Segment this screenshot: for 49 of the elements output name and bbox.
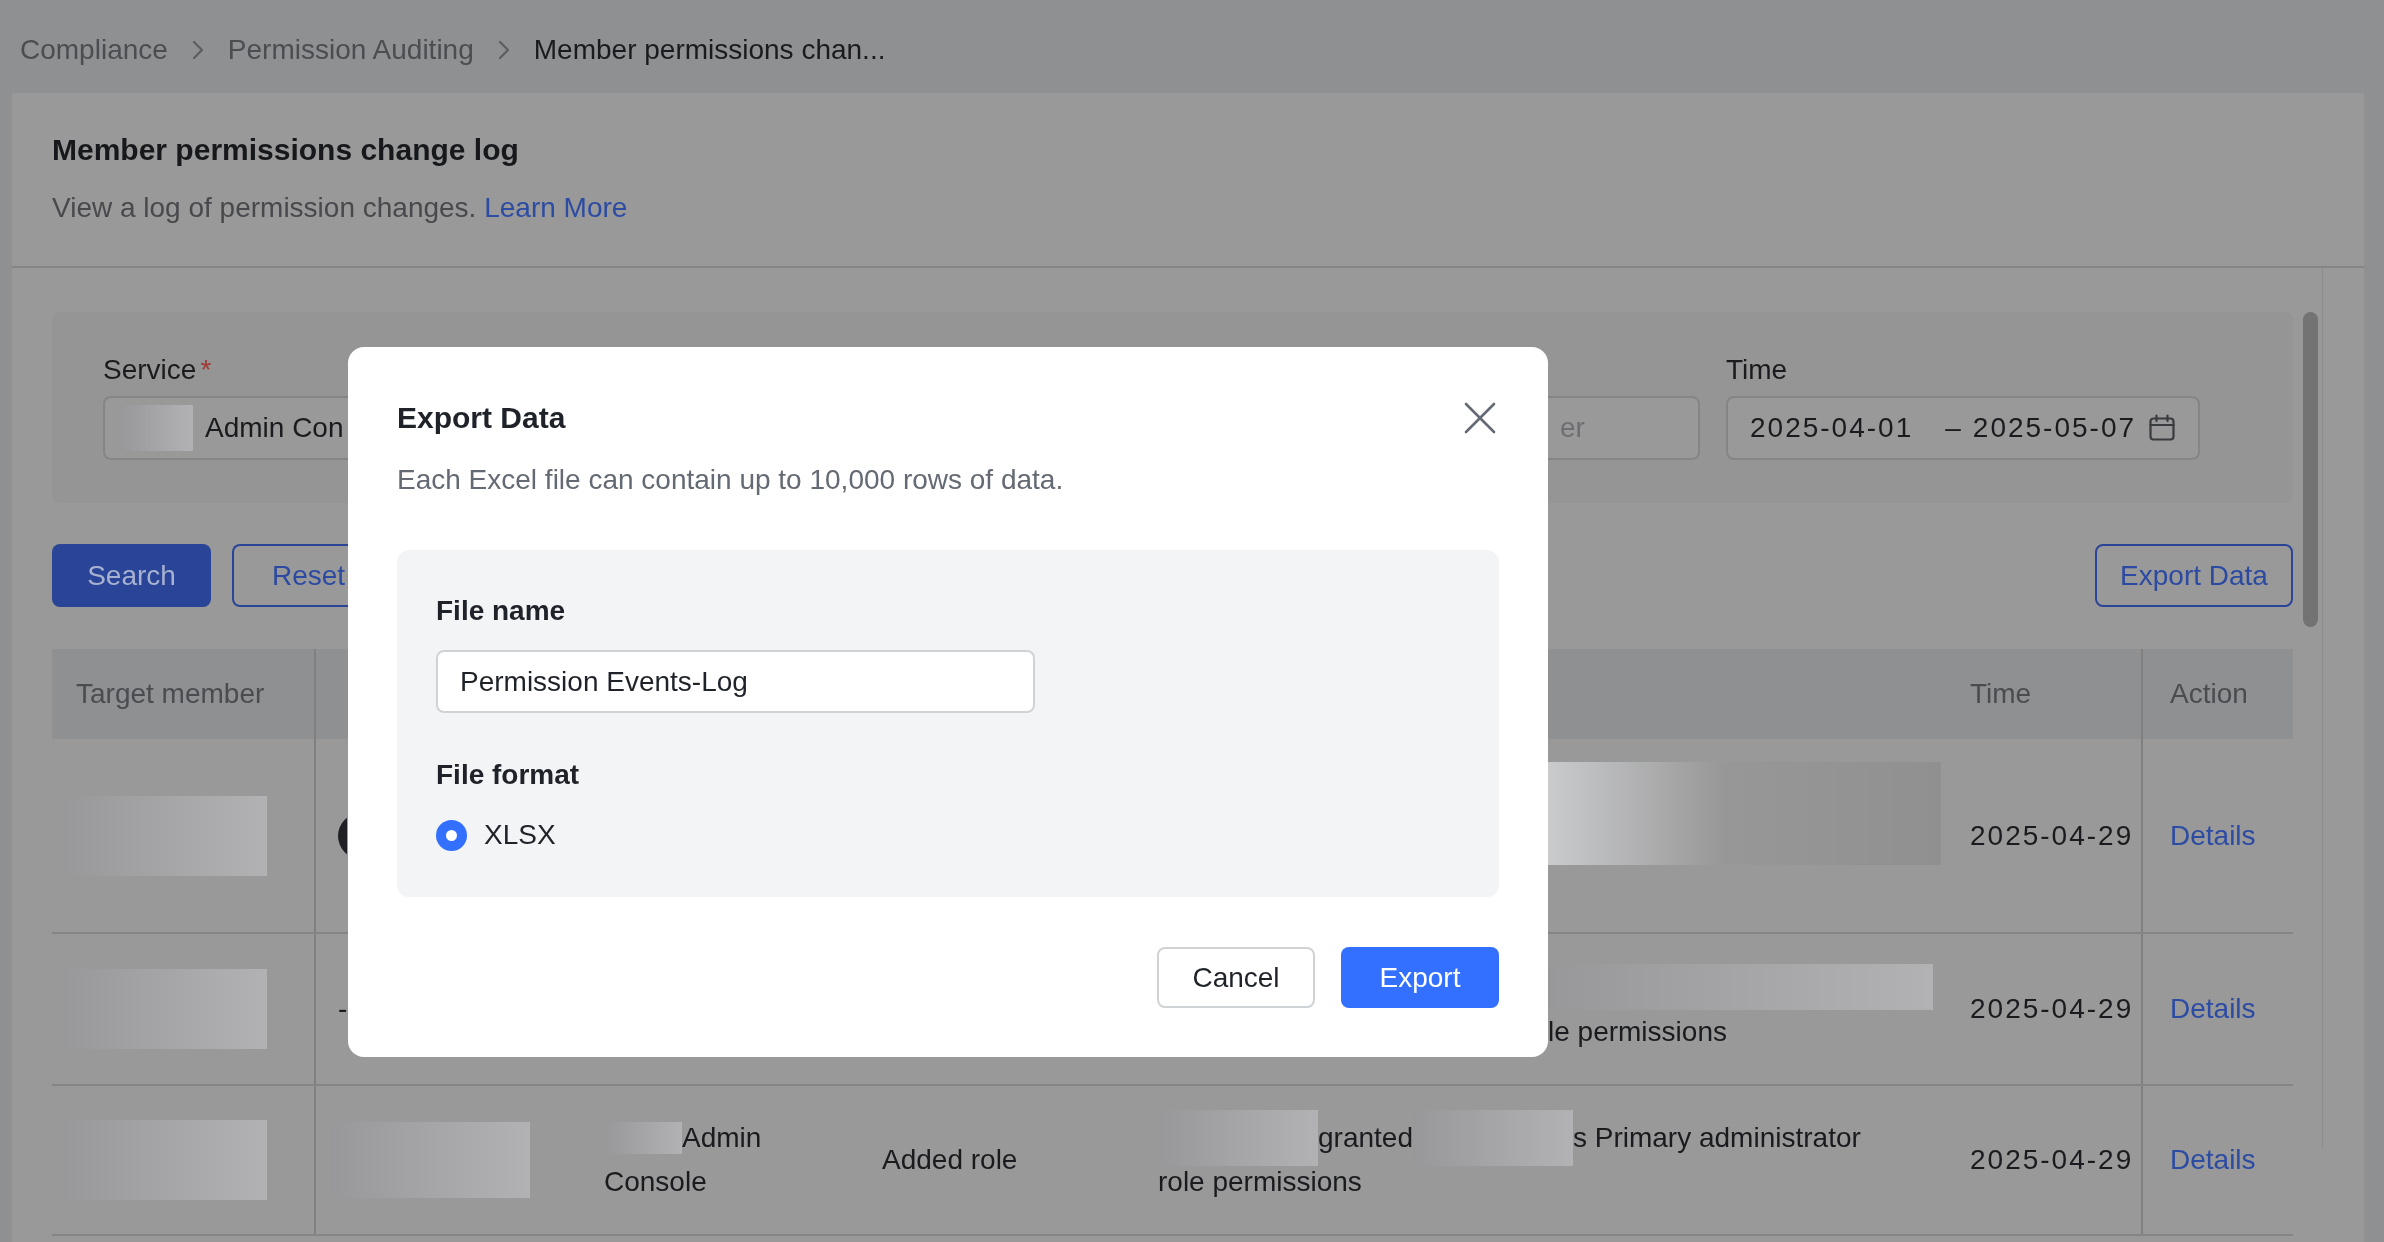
field-label: File name <box>436 595 566 626</box>
cell-text: Admin <box>682 1122 762 1154</box>
column-header: Action <box>2170 678 2248 710</box>
breadcrumb-current: Member permissions chan... <box>533 32 886 67</box>
chevron-right-icon <box>191 39 204 60</box>
dialog-description: Each Excel file can contain up to 10,000 rows of data. <box>397 463 1065 497</box>
chevron-right-icon <box>497 39 510 60</box>
cell-text: role permissions <box>1158 1166 1362 1198</box>
date-separator: – <box>1945 412 1961 444</box>
details-link[interactable]: Details <box>2170 993 2256 1025</box>
field-label: Time <box>1726 353 1788 387</box>
radio-button[interactable] <box>436 819 467 851</box>
cell-text: Added role <box>882 1144 1018 1176</box>
close-icon <box>1464 402 1496 434</box>
start-date: 2025-04-01 <box>1750 412 1914 444</box>
end-date: 2025-05-07 <box>1972 412 2137 444</box>
file-name-input[interactable]: Permission Events-Log <box>436 650 1035 713</box>
breadcrumb-link[interactable]: Compliance <box>20 31 168 68</box>
cell-text: 2025-04-29 <box>1970 1144 2134 1176</box>
radio-label[interactable]: XLSX <box>484 815 556 855</box>
page-description: View a log of permission changes. Learn More <box>52 191 629 225</box>
export-data-button[interactable]: Export Data <box>2095 544 2293 607</box>
date-range-field[interactable]: 2025-04-01 – 2025-05-07 <box>1726 396 2200 460</box>
cell-text: s Primary administrator <box>1572 1122 1861 1154</box>
page-title: Member permissions change log <box>52 132 520 168</box>
column-header: Time <box>1970 678 2032 710</box>
search-button[interactable]: Search <box>52 544 211 607</box>
details-link[interactable]: Details <box>2170 1144 2256 1176</box>
field-label: File format <box>436 759 580 790</box>
cell-text: Console <box>604 1166 707 1198</box>
learn-more-link[interactable]: Learn More <box>484 192 628 223</box>
scrollbar[interactable] <box>2303 312 2318 627</box>
cell-text: 2025-04-29 <box>1970 819 2134 852</box>
column-header: Target member <box>76 678 265 710</box>
cell-text: le permissions <box>1548 1016 1727 1048</box>
cell-text: granted <box>1318 1122 1413 1154</box>
close-button[interactable] <box>1464 402 1496 434</box>
service-field[interactable]: Admin Con <box>103 396 348 460</box>
field-label: Service <box>103 353 197 387</box>
breadcrumb-link[interactable]: Permission Auditing <box>227 31 474 68</box>
dialog-title: Export Data <box>397 401 566 435</box>
field-value: Admin Con <box>205 412 344 444</box>
cell-text: - <box>338 993 348 1025</box>
cancel-button[interactable]: Cancel <box>1157 947 1315 1008</box>
calendar-icon <box>2148 414 2176 442</box>
details-link[interactable]: Details <box>2170 819 2256 852</box>
cell-text: 2025-04-29 <box>1970 993 2134 1025</box>
export-button[interactable]: Export <box>1341 947 1499 1008</box>
required-mark: * <box>200 353 212 387</box>
